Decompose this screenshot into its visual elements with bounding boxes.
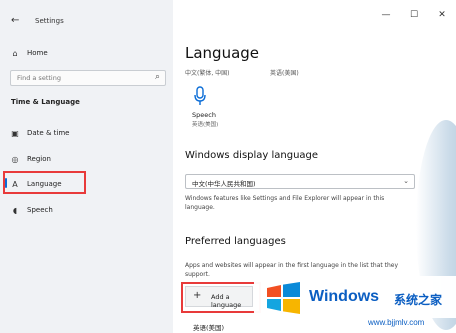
sidebar-item-date-time[interactable]: ▣ Date & time: [0, 124, 173, 142]
display-language-note: Windows features like Settings and File …: [185, 195, 385, 211]
sidebar-item-region[interactable]: ◎ Region: [0, 150, 173, 168]
minimize-button[interactable]: —: [372, 10, 400, 26]
language-tag-a: 中文(繁体, 中国): [185, 70, 230, 77]
display-language-heading: Windows display language: [185, 150, 319, 161]
sidebar-item-label: Home: [27, 49, 48, 57]
titlebar: ← Settings: [0, 14, 173, 30]
globe-icon: ◎: [11, 154, 19, 164]
search-input[interactable]: Find a setting ⌕: [10, 70, 166, 86]
list-item[interactable]: 英语(美国): [193, 322, 224, 332]
window-controls: — ☐ ✕: [372, 10, 456, 26]
watermark-brand: Windows: [309, 288, 380, 305]
windows-logo-icon: [267, 282, 300, 314]
sidebar: ← Settings ⌂ Home Find a setting ⌕ Time …: [0, 0, 173, 333]
page-title: Language: [185, 44, 260, 62]
calendar-clock-icon: ▣: [11, 128, 19, 138]
settings-window: ← Settings ⌂ Home Find a setting ⌕ Time …: [0, 0, 456, 333]
watermark-url: www.bjjmlv.com: [368, 318, 425, 327]
chevron-down-icon: ⌄: [403, 177, 409, 185]
display-language-select[interactable]: 中文(中华人民共和国) ⌄: [185, 174, 415, 189]
sidebar-item-home[interactable]: ⌂ Home: [0, 44, 173, 62]
speech-subtitle: 英语(美国): [192, 122, 219, 128]
language-tag-b: 英语(美国): [270, 70, 299, 77]
microphone-icon[interactable]: [193, 86, 207, 110]
search-placeholder: Find a setting: [17, 74, 61, 82]
search-icon: ⌕: [154, 72, 160, 82]
window-title: Settings: [35, 17, 64, 25]
highlight-box-add-language: [181, 282, 261, 313]
back-arrow-icon[interactable]: ←: [11, 14, 19, 28]
home-icon: ⌂: [12, 48, 18, 58]
sidebar-item-speech[interactable]: ◖ Speech: [0, 201, 173, 219]
section-heading: Time & Language: [11, 98, 80, 106]
watermark-cn: 系统之家: [394, 293, 443, 307]
highlight-box-language: [3, 171, 86, 194]
maximize-button[interactable]: ☐: [400, 10, 428, 26]
sidebar-item-label: Date & time: [27, 129, 70, 137]
watermark: Windows 系统之家: [254, 276, 456, 318]
display-language-value: 中文(中华人民共和国): [192, 180, 256, 188]
microphone-icon: ◖: [12, 205, 18, 215]
preferred-languages-heading: Preferred languages: [185, 236, 286, 247]
close-button[interactable]: ✕: [428, 10, 456, 26]
sidebar-item-label: Speech: [27, 206, 53, 214]
sidebar-item-label: Region: [27, 155, 51, 163]
speech-title: Speech: [192, 111, 216, 119]
